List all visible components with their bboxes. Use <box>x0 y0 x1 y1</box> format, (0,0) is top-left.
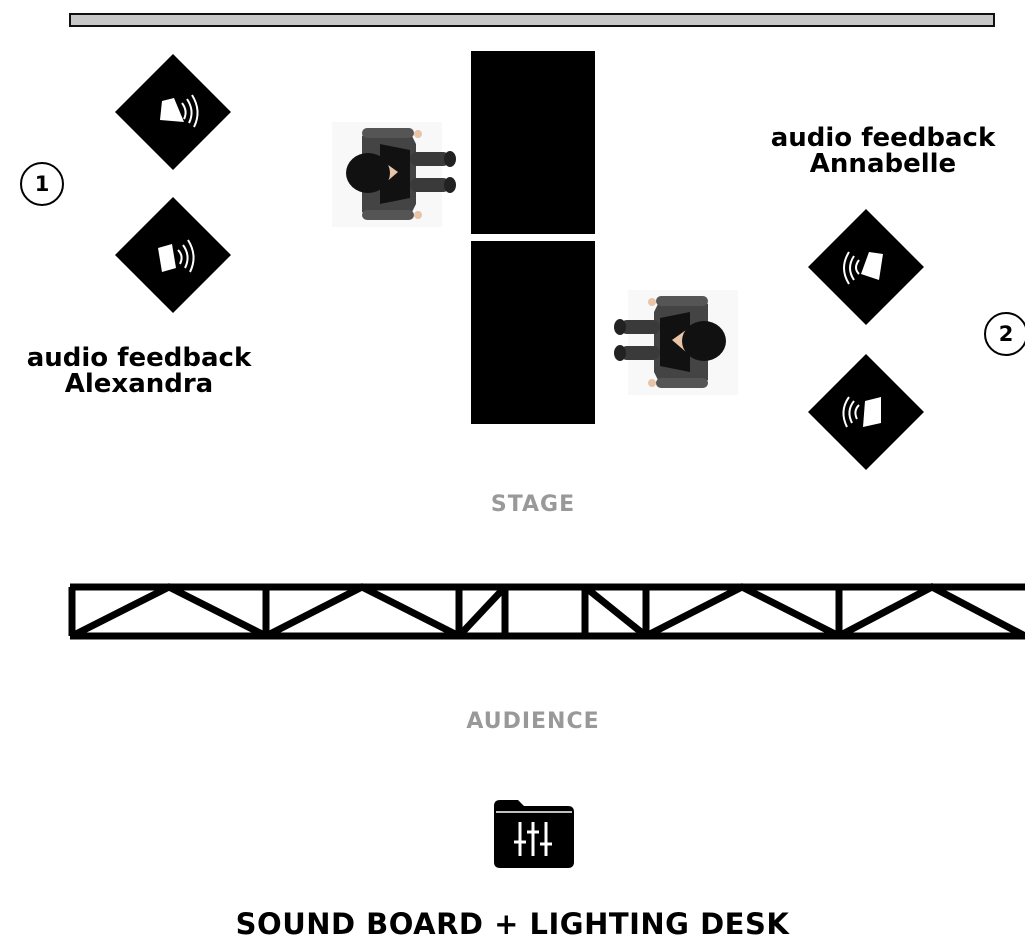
position-number-1: 1 <box>20 162 64 206</box>
speaker-monitor-left-bottom-icon <box>115 197 231 313</box>
performer-left-icon <box>332 122 456 227</box>
performer-name-right: Annabelle <box>809 149 957 179</box>
truss-icon <box>68 583 1025 640</box>
performer-name-left: Alexandra <box>64 369 214 399</box>
backdrop-bar <box>69 13 995 27</box>
mixer-sliders-icon <box>494 800 574 868</box>
speaker-monitor-left-top-icon <box>115 54 231 170</box>
feedback-title-right: audio feedback <box>770 123 996 153</box>
audience-label: AUDIENCE <box>466 709 600 734</box>
stage-riser-bottom <box>471 241 595 424</box>
stage-label: STAGE <box>490 492 576 517</box>
sound-lighting-desk-label: SOUND BOARD + LIGHTING DESK <box>235 907 790 941</box>
stage-riser-top <box>471 51 595 234</box>
feedback-label-left: audio feedback Alexandra <box>0 345 278 397</box>
speaker-monitor-right-bottom-icon <box>808 354 924 470</box>
performer-right-icon <box>614 290 738 395</box>
position-number-2: 2 <box>984 312 1025 356</box>
feedback-label-right: audio feedback Annabelle <box>745 125 1021 177</box>
speaker-monitor-right-top-icon <box>808 209 924 325</box>
feedback-title-left: audio feedback <box>26 343 252 373</box>
